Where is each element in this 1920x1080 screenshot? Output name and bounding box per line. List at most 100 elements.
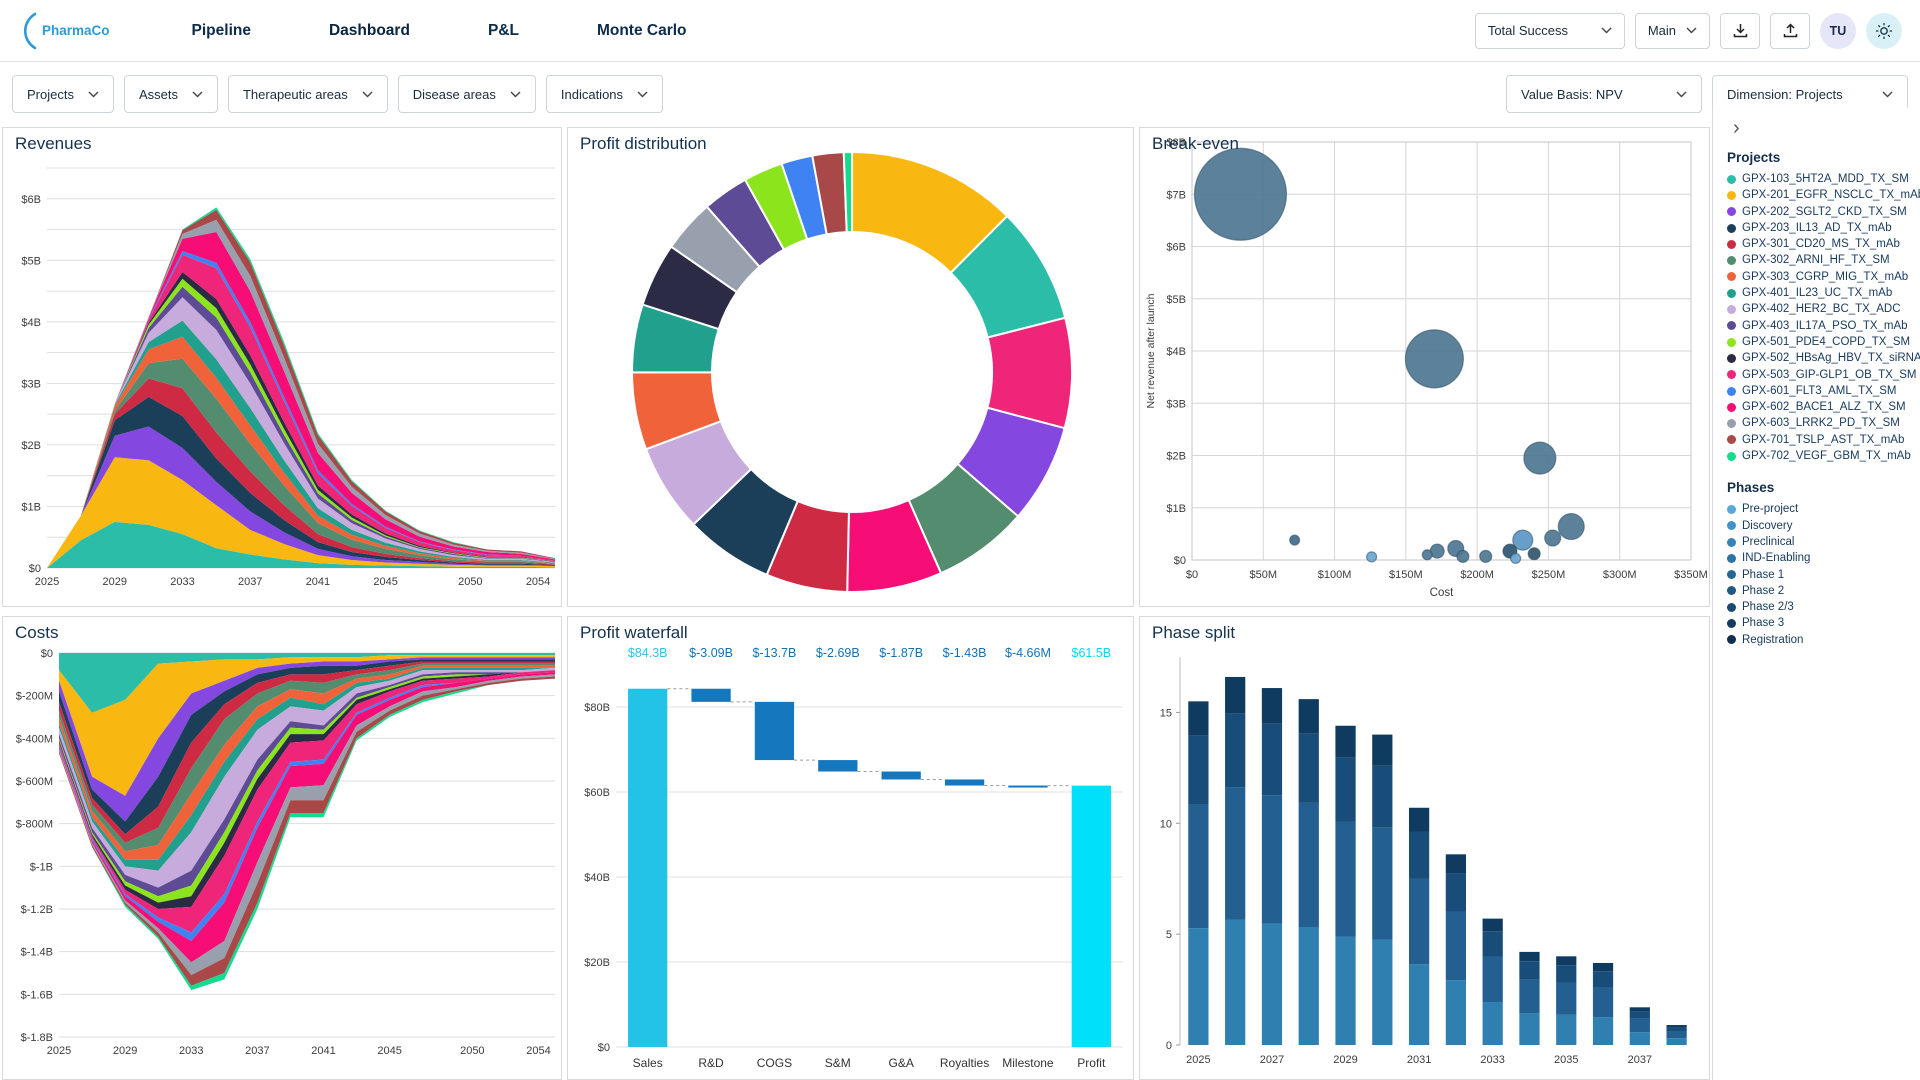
svg-text:2045: 2045 [373,576,397,588]
legend-phase-phase-3[interactable]: Phase 3 [1727,615,1914,631]
svg-text:2029: 2029 [1333,1054,1357,1066]
panel-title: Break-even [1152,134,1239,154]
svg-text:$1B: $1B [21,501,41,513]
legend-project-gpx-301-cd20-ms-tx-mab[interactable]: GPX-301_CD20_MS_TX_mAb [1727,236,1914,252]
svg-text:S&M: S&M [825,1056,851,1070]
download-button[interactable] [1720,13,1760,49]
legend-project-gpx-501-pde4-copd-tx-sm[interactable]: GPX-501_PDE4_COPD_TX_SM [1727,334,1914,350]
svg-text:$350M: $350M [1674,569,1708,581]
legend-phase-phase-2[interactable]: Phase 2 [1727,583,1914,599]
svg-text:2037: 2037 [245,1045,269,1057]
filter-projects[interactable]: Projects [12,75,114,113]
legend-project-gpx-403-il17a-pso-tx-mab[interactable]: GPX-403_IL17A_PSO_TX_mAb [1727,318,1914,334]
nav-item-dashboard[interactable]: Dashboard [329,22,410,40]
phase-bar-segment [1372,939,1392,1045]
dashboard-root: PharmaCo Pipeline Dashboard P&L Monte Carlo… [0,0,1920,1080]
legend-label: GPX-603_LRRK2_PD_TX_SM [1742,415,1900,431]
legend-dot-icon [1727,538,1736,547]
nav-item-p-l[interactable]: P&L [488,22,519,40]
waterfall-bar [1008,786,1047,788]
legend-label: GPX-301_CD20_MS_TX_mAb [1742,236,1900,252]
svg-text:$4B: $4B [1166,346,1186,358]
filter-disease-areas[interactable]: Disease areas [398,75,536,113]
waterfall-bar [1072,786,1111,1047]
legend-project-gpx-601-flt3-aml-tx-sm[interactable]: GPX-601_FLT3_AML_TX_SM [1727,383,1914,399]
svg-text:$0: $0 [41,648,53,660]
legend-project-gpx-402-her2-bc-tx-adc[interactable]: GPX-402_HER2_BC_TX_ADC [1727,301,1914,317]
legend-project-gpx-401-il23-uc-tx-mab[interactable]: GPX-401_IL23_UC_TX_mAb [1727,285,1914,301]
legend-label: GPX-401_IL23_UC_TX_mAb [1742,285,1892,301]
phase-split-panel: Phase split 0510152025202720292031203320… [1139,616,1710,1080]
legend-phase-ind-enabling[interactable]: IND-Enabling [1727,550,1914,566]
legend-project-gpx-702-vegf-gbm-tx-mab[interactable]: GPX-702_VEGF_GBM_TX_mAb [1727,448,1914,464]
phase-bar-segment [1483,919,1503,932]
branch-select[interactable]: Main [1635,13,1710,49]
break-even-chart: $0$1B$2B$3B$4B$5B$6B$7B$8B$0$50M$100M$15… [1140,128,1709,606]
phase-bar-segment [1372,735,1392,766]
nav-item-monte-carlo[interactable]: Monte Carlo [597,22,687,40]
legend-project-gpx-701-tslp-ast-tx-mab[interactable]: GPX-701_TSLP_AST_TX_mAb [1727,432,1914,448]
svg-text:$0: $0 [1174,555,1186,567]
svg-text:2050: 2050 [460,1045,484,1057]
legend-project-gpx-502-hbsag-hbv-tx-sirna[interactable]: GPX-502_HBsAg_HBV_TX_siRNA [1727,350,1914,366]
legend-phase-registration[interactable]: Registration [1727,632,1914,648]
svg-text:0: 0 [1166,1040,1172,1052]
costs-chart: $0$-200M$-400M$-600M$-800M$-1B$-1.2B$-1.… [3,617,561,1079]
filter-therapeutic-areas[interactable]: Therapeutic areas [228,75,388,113]
legend-phase-phase-2-3[interactable]: Phase 2/3 [1727,599,1914,615]
scenario-select[interactable]: Total Success [1475,13,1625,49]
download-icon [1732,22,1749,39]
filters-left: Projects Assets Therapeutic areas Disease a… [12,75,663,113]
svg-text:$-4.66M: $-4.66M [1005,646,1051,660]
legend-dot-icon [1727,619,1736,628]
legend-phase-preclinical[interactable]: Preclinical [1727,534,1914,550]
legend-phase-pre-project[interactable]: Pre-project [1727,501,1914,517]
legend-label: Preclinical [1742,534,1794,550]
chevron-down-icon [88,91,99,98]
legend-project-gpx-302-arni-hf-tx-sm[interactable]: GPX-302_ARNI_HF_TX_SM [1727,252,1914,268]
phase-bar-segment [1556,956,1576,965]
legend-project-gpx-202-sglt2-ckd-tx-sm[interactable]: GPX-202_SGLT2_CKD_TX_SM [1727,204,1914,220]
nav-item-pipeline[interactable]: Pipeline [192,22,251,40]
sidebar-collapse-button[interactable]: › [1727,116,1746,140]
bubble [1457,550,1469,562]
phase-bar-segment [1262,688,1282,724]
legend-phase-phase-1[interactable]: Phase 1 [1727,567,1914,583]
legend-project-gpx-602-bace1-alz-tx-sm[interactable]: GPX-602_BACE1_ALZ_TX_SM [1727,399,1914,415]
bubble [1422,550,1432,560]
phase-bar-segment [1372,766,1392,828]
legend-project-gpx-503-gip-glp1-ob-tx-sm[interactable]: GPX-503_GIP-GLP1_OB_TX_SM [1727,367,1914,383]
theme-toggle-button[interactable] [1866,13,1902,49]
legend-project-gpx-201-egfr-nsclc-tx-mab[interactable]: GPX-201_EGFR_NSCLC_TX_mAb [1727,187,1914,203]
legend-dot-icon [1727,521,1736,530]
waterfall-bar [882,772,921,780]
filter-indications[interactable]: Indications [546,75,663,113]
svg-text:$5B: $5B [1166,294,1186,306]
phase-bar-segment [1225,714,1245,788]
chevron-down-icon [192,91,203,98]
legend-project-gpx-603-lrrk2-pd-tx-sm[interactable]: GPX-603_LRRK2_PD_TX_SM [1727,415,1914,431]
branch-select-value: Main [1648,23,1676,38]
bubble [1528,548,1540,560]
chevron-down-icon [1676,91,1687,98]
phase-bar-segment [1556,983,1576,1015]
legend-project-gpx-303-cgrp-mig-tx-mab[interactable]: GPX-303_CGRP_MIG_TX_mAb [1727,269,1914,285]
phase-bar-segment [1630,1011,1650,1019]
svg-text:$-3.09B: $-3.09B [689,646,733,660]
legend-phase-discovery[interactable]: Discovery [1727,518,1914,534]
legend-label: Registration [1742,632,1803,648]
filter-value-basis-npv[interactable]: Value Basis: NPV [1506,75,1702,113]
phase-bar-segment [1262,724,1282,795]
legend-dot-icon [1727,387,1736,396]
legend-project-gpx-103-5ht2a-mdd-tx-sm[interactable]: GPX-103_5HT2A_MDD_TX_SM [1727,171,1914,187]
app-logo[interactable]: PharmaCo [18,11,110,51]
svg-text:$3B: $3B [1166,398,1186,410]
legend-project-gpx-203-il13-ad-tx-mab[interactable]: GPX-203_IL13_AD_TX_mAb [1727,220,1914,236]
avatar[interactable]: TU [1820,13,1856,49]
legend-dot-icon [1727,240,1736,249]
upload-button[interactable] [1770,13,1810,49]
svg-text:2054: 2054 [526,1045,550,1057]
filter-assets[interactable]: Assets [124,75,218,113]
svg-text:$-800M: $-800M [16,819,53,831]
legend-dot-icon [1727,305,1736,314]
